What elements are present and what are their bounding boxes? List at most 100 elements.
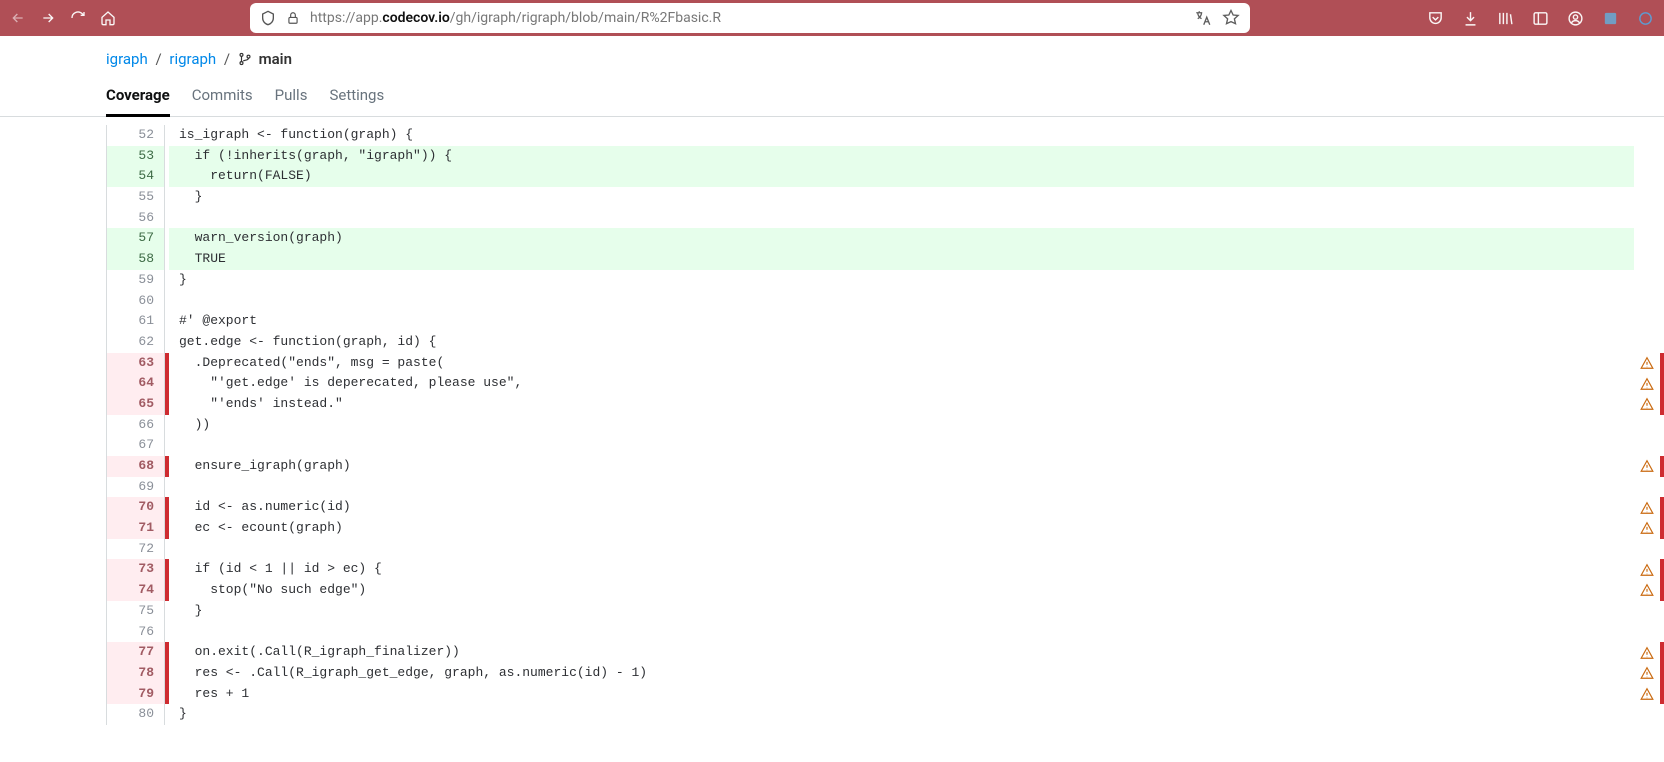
line-number[interactable]: 73 — [107, 559, 165, 580]
extension-icon-2[interactable] — [1637, 10, 1654, 27]
tab-settings[interactable]: Settings — [329, 86, 384, 116]
code-text: .Deprecated("ends", msg = paste( — [169, 353, 1634, 374]
coverage-bar-right — [1660, 146, 1664, 167]
line-number[interactable]: 61 — [107, 311, 165, 332]
line-number[interactable]: 78 — [107, 663, 165, 684]
line-number[interactable]: 71 — [107, 518, 165, 539]
line-number[interactable]: 68 — [107, 456, 165, 477]
line-number[interactable]: 52 — [107, 125, 165, 146]
code-text: )) — [169, 415, 1634, 436]
line-number[interactable]: 77 — [107, 642, 165, 663]
code-text: is_igraph <- function(graph) { — [169, 125, 1634, 146]
warning-icon[interactable] — [1634, 559, 1660, 580]
warning-icon[interactable] — [1634, 373, 1660, 394]
tab-pulls[interactable]: Pulls — [275, 86, 308, 116]
line-number[interactable]: 56 — [107, 208, 165, 229]
line-number[interactable]: 74 — [107, 580, 165, 601]
code-text: res <- .Call(R_igraph_get_edge, graph, a… — [169, 663, 1634, 684]
code-text: } — [169, 187, 1634, 208]
warning-icon[interactable] — [1634, 684, 1660, 705]
code-row: 66 )) — [107, 415, 1664, 436]
crumb-owner[interactable]: igraph — [106, 50, 148, 68]
warning-icon[interactable] — [1634, 642, 1660, 663]
line-number[interactable]: 55 — [107, 187, 165, 208]
line-number[interactable]: 66 — [107, 415, 165, 436]
url-bar[interactable]: https://app.codecov.io/gh/igraph/rigraph… — [250, 3, 1250, 33]
code-text: stop("No such edge") — [169, 580, 1634, 601]
coverage-bar-right — [1660, 311, 1664, 332]
warning-icon — [1634, 539, 1660, 560]
warning-icon — [1634, 477, 1660, 498]
warning-icon[interactable] — [1634, 456, 1660, 477]
line-number[interactable]: 53 — [107, 146, 165, 167]
line-number[interactable]: 80 — [107, 704, 165, 725]
coverage-bar-right — [1660, 415, 1664, 436]
bookmark-star-icon[interactable] — [1222, 9, 1240, 27]
line-number[interactable]: 65 — [107, 394, 165, 415]
coverage-bar-right — [1660, 704, 1664, 725]
line-number[interactable]: 62 — [107, 332, 165, 353]
warning-icon[interactable] — [1634, 497, 1660, 518]
warning-icon — [1634, 704, 1660, 725]
tab-commits[interactable]: Commits — [192, 86, 253, 116]
line-number[interactable]: 63 — [107, 353, 165, 374]
warning-icon[interactable] — [1634, 518, 1660, 539]
line-number[interactable]: 64 — [107, 373, 165, 394]
line-number[interactable]: 69 — [107, 477, 165, 498]
coverage-bar-right — [1660, 373, 1664, 394]
code-text: } — [169, 270, 1634, 291]
account-icon[interactable] — [1567, 10, 1584, 27]
code-text — [169, 291, 1634, 312]
line-number[interactable]: 72 — [107, 539, 165, 560]
coverage-bar-right — [1660, 353, 1664, 374]
crumb-repo[interactable]: rigraph — [169, 50, 216, 68]
reload-icon[interactable] — [70, 10, 86, 26]
warning-icon — [1634, 208, 1660, 229]
line-number[interactable]: 79 — [107, 684, 165, 705]
line-number[interactable]: 60 — [107, 291, 165, 312]
line-number[interactable]: 58 — [107, 249, 165, 270]
branch-icon — [238, 52, 252, 70]
line-number[interactable]: 70 — [107, 497, 165, 518]
line-number[interactable]: 76 — [107, 622, 165, 643]
forward-icon[interactable] — [40, 10, 56, 26]
code-row: 65 "'ends' instead." — [107, 394, 1664, 415]
code-text: ec <- ecount(graph) — [169, 518, 1634, 539]
code-row: 74 stop("No such edge") — [107, 580, 1664, 601]
back-icon[interactable] — [10, 10, 26, 26]
code-view: 52is_igraph <- function(graph) {53 if (!… — [106, 125, 1664, 725]
line-number[interactable]: 54 — [107, 166, 165, 187]
coverage-bar-right — [1660, 208, 1664, 229]
tab-coverage[interactable]: Coverage — [106, 86, 170, 117]
home-icon[interactable] — [100, 10, 116, 26]
translate-icon[interactable] — [1194, 9, 1212, 27]
warning-icon[interactable] — [1634, 394, 1660, 415]
warning-icon[interactable] — [1634, 580, 1660, 601]
warning-icon — [1634, 125, 1660, 146]
code-row: 60 — [107, 291, 1664, 312]
code-row: 58 TRUE — [107, 249, 1664, 270]
download-icon[interactable] — [1462, 10, 1479, 27]
warning-icon[interactable] — [1634, 353, 1660, 374]
code-row: 79 res + 1 — [107, 684, 1664, 705]
code-text — [169, 622, 1634, 643]
line-number[interactable]: 75 — [107, 601, 165, 622]
warning-icon[interactable] — [1634, 663, 1660, 684]
sidebar-icon[interactable] — [1532, 10, 1549, 27]
library-icon[interactable] — [1497, 10, 1514, 27]
code-row: 61#' @export — [107, 311, 1664, 332]
code-text: "'get.edge' is deperecated, please use", — [169, 373, 1634, 394]
code-row: 73 if (id < 1 || id > ec) { — [107, 559, 1664, 580]
coverage-bar-right — [1660, 497, 1664, 518]
line-number[interactable]: 57 — [107, 228, 165, 249]
code-text: "'ends' instead." — [169, 394, 1634, 415]
code-text: ensure_igraph(graph) — [169, 456, 1634, 477]
line-number[interactable]: 67 — [107, 435, 165, 456]
extension-icon-1[interactable] — [1602, 10, 1619, 27]
shield-icon — [260, 10, 276, 26]
coverage-bar-right — [1660, 456, 1664, 477]
coverage-bar-right — [1660, 684, 1664, 705]
line-number[interactable]: 59 — [107, 270, 165, 291]
pocket-icon[interactable] — [1427, 10, 1444, 27]
code-text: } — [169, 601, 1634, 622]
